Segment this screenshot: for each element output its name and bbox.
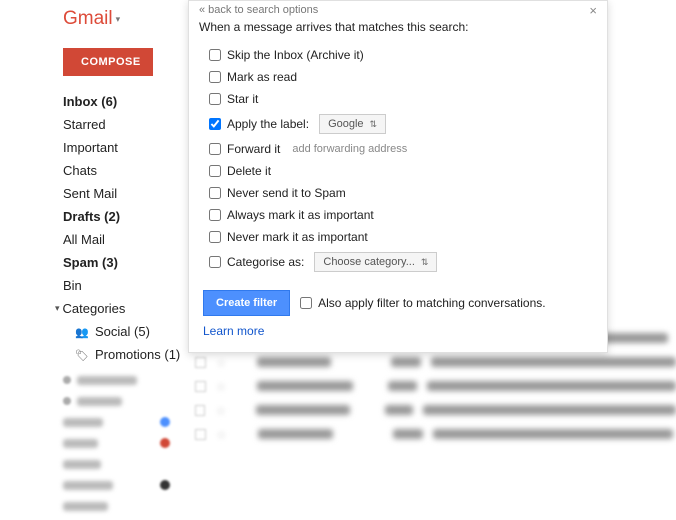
caret-icon: ▾ [55,303,60,314]
sidebar: Gmail ▾ COMPOSE Inbox (6) Starred Import… [55,8,190,520]
caret-down-icon: ▾ [116,14,121,25]
add-forwarding-link[interactable]: add forwarding address [292,143,407,155]
social-label: Social (5) [95,324,150,339]
filter-dialog: « back to search options × When a messag… [188,0,608,353]
nav-all-mail[interactable]: All Mail [55,228,190,251]
label-forward: Forward it [227,142,280,156]
checkbox-delete[interactable] [209,165,221,177]
option-always-important: Always mark it as important [199,204,597,226]
label-alwaysimportant: Always mark it as important [227,208,374,222]
label-apply: Apply the label: [227,117,309,131]
gmail-logo[interactable]: Gmail ▾ [63,8,190,30]
nav-starred[interactable]: Starred [55,113,190,136]
category-select-value: Choose category... [323,256,415,268]
label-neverimportant: Never mark it as important [227,230,368,244]
nav-blurred-item [63,394,190,408]
checkbox-always-important[interactable] [209,209,221,221]
category-select[interactable]: Choose category... ⇅ [314,252,437,272]
checkbox-apply-label[interactable] [209,118,221,130]
checkbox-star[interactable] [209,93,221,105]
label-neverspam: Never send it to Spam [227,186,346,200]
option-forward: Forward it add forwarding address [199,138,597,160]
checkbox-mark-read[interactable] [209,71,221,83]
message-row: ☆ [195,422,676,446]
nav-blurred-item [63,499,190,513]
tag-icon: 🏷 [75,349,89,361]
nav-bin[interactable]: Bin [55,274,190,297]
create-filter-button[interactable]: Create filter [203,290,290,316]
nav-blurred-item [63,373,190,387]
nav-spam[interactable]: Spam (3) [55,251,190,274]
option-categorise: Categorise as: Choose category... ⇅ [199,248,597,276]
nav-blurred-item [63,478,190,492]
nav-promotions[interactable]: 🏷 Promotions (1) [55,343,190,366]
label-alsoapply: Also apply filter to matching conversati… [318,296,545,310]
back-link[interactable]: « back to search options [199,2,318,20]
updown-icon: ⇅ [421,257,429,268]
label-skip: Skip the Inbox (Archive it) [227,48,364,62]
option-never-important: Never mark it as important [199,226,597,248]
nav-blurred-item [63,457,190,471]
nav-blurred-item [63,415,190,429]
checkbox-skip-inbox[interactable] [209,49,221,61]
checkbox-never-important[interactable] [209,231,221,243]
option-apply-label: Apply the label: Google ⇅ [199,110,597,138]
checkbox-categorise[interactable] [209,256,221,268]
label-star: Star it [227,92,258,106]
option-delete: Delete it [199,160,597,182]
option-mark-read: Mark as read [199,66,597,88]
option-skip-inbox: Skip the Inbox (Archive it) [199,44,597,66]
message-row: ☆ [195,350,676,374]
checkbox-also-apply[interactable] [300,297,312,309]
close-icon[interactable]: × [589,3,597,18]
label-select-value: Google [328,118,363,130]
nav-blurred-item [63,436,190,450]
message-row: ☆ [195,374,676,398]
checkbox-never-spam[interactable] [209,187,221,199]
checkbox-forward[interactable] [209,143,221,155]
nav-chats[interactable]: Chats [55,159,190,182]
option-star: Star it [199,88,597,110]
label-categorise: Categorise as: [227,255,304,269]
promotions-label: Promotions (1) [95,347,180,362]
nav-categories[interactable]: ▾ Categories [55,297,190,320]
nav-inbox[interactable]: Inbox (6) [55,90,190,113]
dialog-footer: Create filter Also apply filter to match… [199,290,597,316]
nav-drafts[interactable]: Drafts (2) [55,205,190,228]
option-never-spam: Never send it to Spam [199,182,597,204]
message-row: ☆ [195,398,676,422]
nav-sent[interactable]: Sent Mail [55,182,190,205]
nav-social[interactable]: 👥 Social (5) [55,320,190,343]
label-select[interactable]: Google ⇅ [319,114,386,134]
label-delete: Delete it [227,164,271,178]
dialog-description: When a message arrives that matches this… [199,20,597,34]
logo-text: Gmail [63,8,113,30]
nav-important[interactable]: Important [55,136,190,159]
updown-icon: ⇅ [370,119,378,130]
learn-more-link[interactable]: Learn more [203,324,597,338]
categories-label: Categories [63,301,126,316]
compose-button[interactable]: COMPOSE [63,48,153,76]
people-icon: 👥 [75,326,89,338]
label-markread: Mark as read [227,70,297,84]
